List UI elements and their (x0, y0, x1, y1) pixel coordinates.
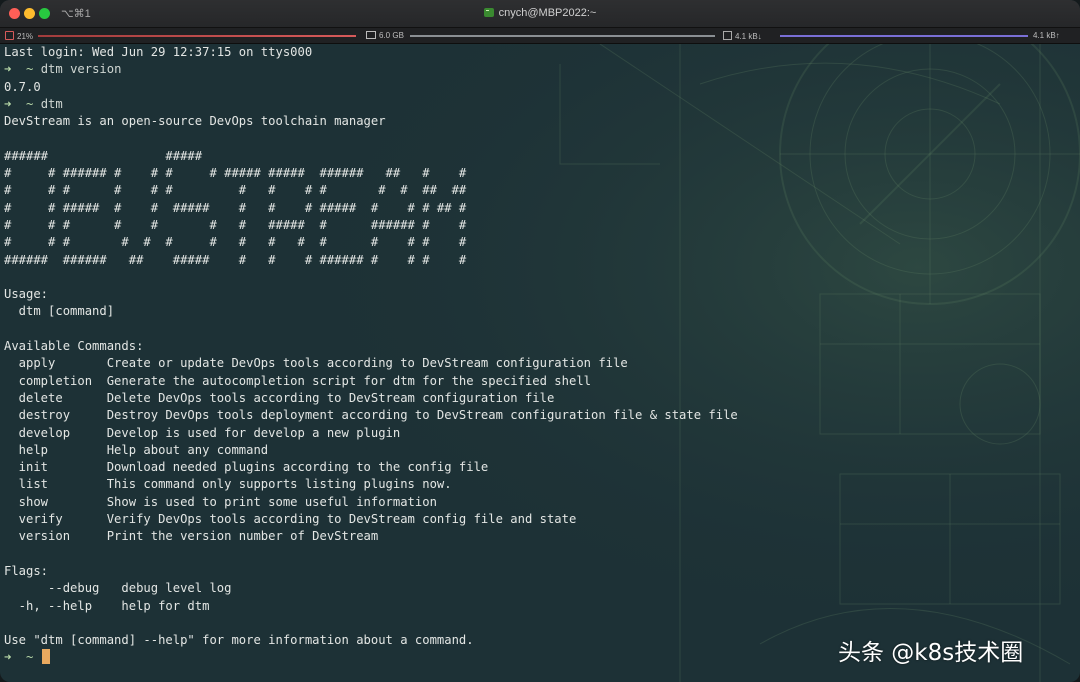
output-line: # # # # # # # # # # # # ## ## (4, 183, 467, 198)
prompt-directory: ~ (26, 96, 34, 111)
prompt-directory: ~ (26, 62, 34, 77)
title-bar: ⌥⌘1 cnych@MBP2022:~ (0, 0, 1080, 28)
memory-usage-text: 6.0 GB (379, 31, 404, 40)
output-line: delete Delete DevOps tools according to … (4, 390, 555, 405)
output-line: show Show is used to print some useful i… (4, 494, 437, 509)
window-title: cnych@MBP2022:~ (0, 7, 1080, 19)
output-line: # # ##### # # ##### # # # ##### # # # ##… (4, 200, 467, 215)
output-line: completion Generate the autocompletion s… (4, 373, 591, 388)
output-line: destroy Destroy DevOps tools deployment … (4, 408, 738, 423)
output-line: verify Verify DevOps tools according to … (4, 512, 577, 527)
output-line: Usage: (4, 287, 49, 302)
output-line: version Print the version number of DevS… (4, 529, 379, 544)
output-line: # # ###### # # # # ##### ##### ###### ##… (4, 166, 467, 181)
terminal-output[interactable]: Last login: Wed Jun 29 12:37:15 on ttys0… (4, 44, 1076, 680)
window-title-text: cnych@MBP2022:~ (498, 7, 597, 19)
output-line: Last login: Wed Jun 29 12:37:15 on ttys0… (4, 45, 313, 59)
memory-status: 6.0 GB (366, 31, 404, 40)
output-line: 0.7.0 (4, 79, 41, 94)
memory-graph (410, 35, 715, 37)
output-line: # # # # # # # ##### # ###### # # (4, 217, 467, 232)
network-icon (723, 31, 732, 40)
output-line: list This command only supports listing … (4, 477, 452, 492)
prompt-arrow: ➜ (4, 650, 12, 665)
output-line: Available Commands: (4, 339, 144, 354)
output-line: dtm [command] (4, 304, 115, 319)
output-line: ###### ###### ## ##### # # # ###### # # … (4, 252, 467, 267)
output-line: ###### ##### (4, 148, 203, 163)
command-text: dtm (40, 96, 63, 111)
status-bar: 21% 6.0 GB 4.1 kB↓ 4.1 kB↑ (0, 28, 1080, 44)
prompt-directory: ~ (26, 650, 34, 665)
network-up-text: 4.1 kB↑ (1033, 31, 1060, 40)
output-line: DevStream is an open-source DevOps toolc… (4, 114, 386, 129)
network-down-text: 4.1 kB↓ (735, 32, 762, 41)
prompt-line: ➜ ~ dtm version (4, 61, 1076, 78)
output-line: Flags: (4, 563, 49, 578)
output-line: develop Develop is used for develop a ne… (4, 425, 401, 440)
cpu-icon (5, 31, 14, 40)
network-up-status: 4.1 kB↑ (1033, 31, 1060, 40)
cpu-graph (38, 35, 356, 37)
output-line: # # # # # # # # # # # # # # # (4, 235, 467, 250)
cpu-usage-text: 21% (17, 32, 34, 41)
output-line: -h, --help help for dtm (4, 598, 210, 613)
prompt-arrow: ➜ (4, 96, 12, 111)
text-cursor[interactable] (41, 649, 50, 665)
prompt-arrow: ➜ (4, 62, 12, 77)
watermark-text: 头条 @k8s技术圈 (838, 640, 1024, 666)
output-line: init Download needed plugins according t… (4, 460, 489, 475)
prompt-line: ➜ ~ dtm (4, 96, 1076, 113)
output-line: --debug debug level log (4, 581, 232, 596)
output-line: apply Create or update DevOps tools acco… (4, 356, 628, 371)
terminal-window: ⌥⌘1 cnych@MBP2022:~ 21% 6.0 GB 4.1 kB↓ 4… (0, 0, 1080, 682)
network-graph (780, 35, 1028, 37)
network-down-status: 4.1 kB↓ (723, 31, 762, 41)
cpu-status: 21% (5, 31, 33, 41)
output-line: help Help about any command (4, 442, 269, 457)
terminal-icon (483, 8, 494, 17)
memory-icon (366, 31, 376, 39)
command-text: dtm version (40, 62, 122, 77)
